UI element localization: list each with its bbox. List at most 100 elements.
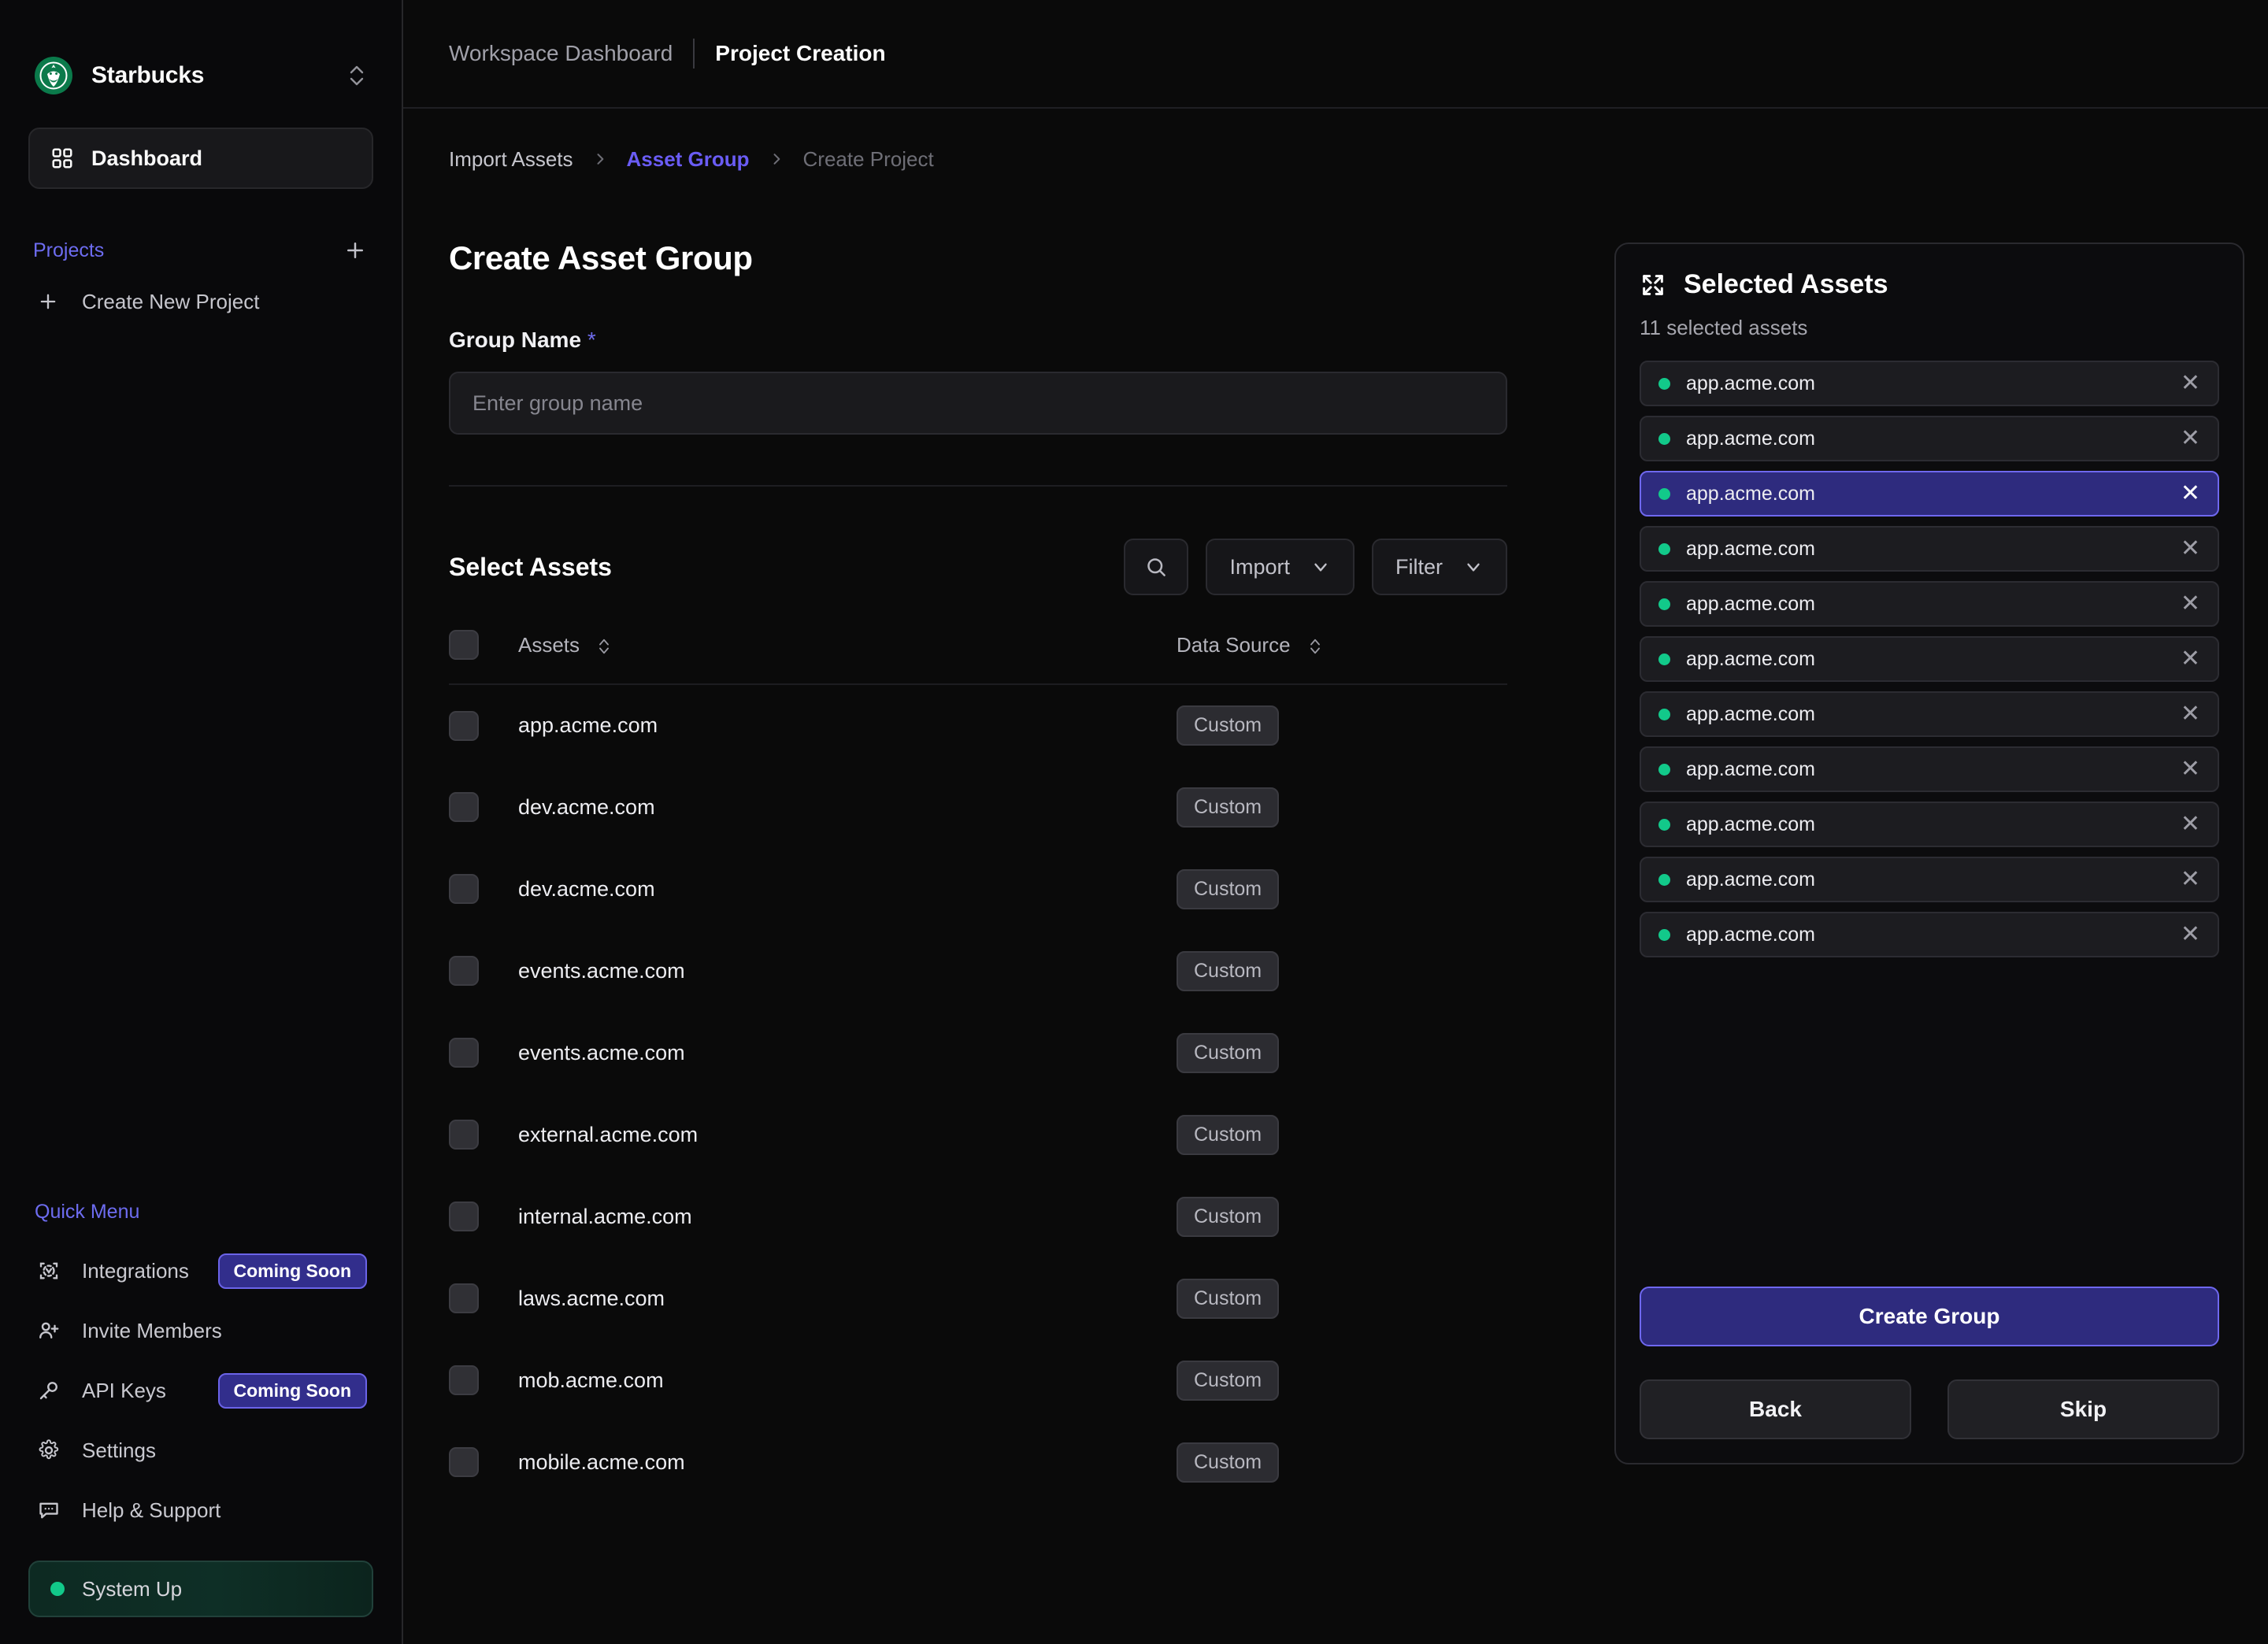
row-source-cell: Custom (1177, 1176, 1507, 1257)
selected-asset-chip[interactable]: app.acme.com ✕ (1640, 361, 2219, 406)
table-row[interactable]: internal.acme.com Custom (449, 1176, 1507, 1257)
selected-asset-name: app.acme.com (1686, 372, 1815, 394)
table-row[interactable]: dev.acme.com Custom (449, 848, 1507, 930)
org-switcher[interactable]: Starbucks (0, 0, 402, 110)
table-row[interactable]: dev.acme.com Custom (449, 766, 1507, 848)
back-button[interactable]: Back (1640, 1379, 1911, 1439)
right-column: Selected Assets 11 selected assets app.a… (1591, 109, 2268, 1644)
row-checkbox[interactable] (449, 1120, 479, 1150)
status-dot-icon (1658, 763, 1670, 776)
row-source-cell: Custom (1177, 684, 1507, 766)
search-icon (1144, 555, 1168, 579)
sidebar-item-integrations[interactable]: Integrations Coming Soon (0, 1241, 402, 1301)
chevron-up-down-icon[interactable] (346, 62, 367, 89)
selected-asset-chip[interactable]: app.acme.com ✕ (1640, 691, 2219, 737)
filter-dropdown-button[interactable]: Filter (1372, 539, 1507, 595)
close-icon[interactable]: ✕ (2181, 372, 2200, 395)
selected-asset-name: app.acme.com (1686, 537, 1815, 560)
import-label: Import (1229, 554, 1290, 579)
table-row[interactable]: app.acme.com Custom (449, 684, 1507, 766)
row-checkbox[interactable] (449, 1202, 479, 1231)
row-checkbox[interactable] (449, 956, 479, 986)
quick-menu-title: Quick Menu (35, 1201, 140, 1223)
group-name-input[interactable] (449, 372, 1507, 435)
sidebar-item-label: Invite Members (82, 1318, 222, 1342)
breadcrumb-item-asset-group[interactable]: Asset Group (627, 147, 750, 172)
table-row[interactable]: external.acme.com Custom (449, 1094, 1507, 1176)
selected-asset-chip[interactable]: app.acme.com ✕ (1640, 857, 2219, 902)
table-row[interactable]: events.acme.com Custom (449, 930, 1507, 1012)
selected-asset-chip[interactable]: app.acme.com ✕ (1640, 471, 2219, 517)
row-checkbox-cell (449, 766, 518, 848)
selected-assets-header: Selected Assets (1640, 269, 2219, 300)
sidebar-item-create-new-project[interactable]: Create New Project (0, 272, 402, 331)
sort-icon[interactable] (1307, 636, 1323, 657)
table-row[interactable]: mobile.acme.com Custom (449, 1421, 1507, 1503)
close-icon[interactable]: ✕ (2181, 427, 2200, 450)
data-source-badge: Custom (1177, 705, 1280, 746)
sidebar-item-invite-members[interactable]: Invite Members (0, 1301, 402, 1361)
close-icon[interactable]: ✕ (2181, 868, 2200, 891)
sort-icon[interactable] (596, 636, 612, 657)
status-dot-icon (1658, 653, 1670, 665)
close-icon[interactable]: ✕ (2181, 647, 2200, 671)
selected-asset-chip[interactable]: app.acme.com ✕ (1640, 526, 2219, 572)
close-icon[interactable]: ✕ (2181, 482, 2200, 505)
breadcrumb: Import Assets Asset Group Create Project (449, 109, 1591, 209)
grid-icon (50, 146, 74, 170)
selected-asset-chip[interactable]: app.acme.com ✕ (1640, 912, 2219, 957)
breadcrumb-item-import-assets[interactable]: Import Assets (449, 147, 573, 172)
expand-icon[interactable] (1640, 272, 1666, 298)
row-checkbox[interactable] (449, 710, 479, 741)
create-group-button[interactable]: Create Group (1640, 1287, 2219, 1346)
table-row[interactable]: mob.acme.com Custom (449, 1339, 1507, 1421)
selected-asset-chip[interactable]: app.acme.com ✕ (1640, 802, 2219, 847)
close-icon[interactable]: ✕ (2181, 757, 2200, 781)
import-dropdown-button[interactable]: Import (1206, 539, 1354, 595)
select-all-checkbox[interactable] (449, 630, 479, 660)
close-icon[interactable]: ✕ (2181, 702, 2200, 726)
close-icon[interactable]: ✕ (2181, 923, 2200, 946)
row-checkbox-cell (449, 930, 518, 1012)
topbar-workspace-label[interactable]: Workspace Dashboard (449, 41, 673, 66)
close-icon[interactable]: ✕ (2181, 813, 2200, 836)
asset-name: mob.acme.com (518, 1368, 664, 1392)
asset-name: internal.acme.com (518, 1204, 692, 1228)
selected-asset-chip[interactable]: app.acme.com ✕ (1640, 746, 2219, 792)
sidebar-item-help-support[interactable]: Help & Support (0, 1480, 402, 1540)
asset-name: mobile.acme.com (518, 1450, 685, 1474)
row-checkbox[interactable] (449, 874, 479, 904)
selected-asset-name: app.acme.com (1686, 427, 1815, 450)
row-checkbox[interactable] (449, 1447, 479, 1477)
row-checkbox[interactable] (449, 1283, 479, 1313)
row-checkbox[interactable] (449, 1038, 479, 1068)
selected-assets-count: 11 selected assets (1640, 316, 1808, 339)
selected-asset-chip[interactable]: app.acme.com ✕ (1640, 416, 2219, 461)
assets-table-head: Assets Data Source (449, 630, 1507, 684)
quick-menu-section: Quick Menu Integrations Coming Soon Invi… (0, 1201, 402, 1644)
skip-button[interactable]: Skip (1947, 1379, 2219, 1439)
row-checkbox[interactable] (449, 792, 479, 822)
sidebar-item-settings[interactable]: Settings (0, 1420, 402, 1480)
plus-icon[interactable] (342, 237, 369, 264)
row-checkbox-cell (449, 1176, 518, 1257)
column-header-data-source[interactable]: Data Source (1177, 630, 1507, 684)
close-icon[interactable]: ✕ (2181, 537, 2200, 561)
selected-asset-chip[interactable]: app.acme.com ✕ (1640, 581, 2219, 627)
breadcrumb-item-create-project[interactable]: Create Project (803, 147, 934, 172)
chat-bubble-icon (35, 1498, 63, 1522)
search-button[interactable] (1124, 539, 1189, 595)
gear-icon (35, 1438, 63, 1462)
selected-asset-chip[interactable]: app.acme.com ✕ (1640, 636, 2219, 682)
sidebar-item-api-keys[interactable]: API Keys Coming Soon (0, 1361, 402, 1420)
column-header-assets[interactable]: Assets (518, 630, 1177, 684)
user-plus-icon (35, 1319, 63, 1342)
table-row[interactable]: events.acme.com Custom (449, 1012, 1507, 1094)
close-icon[interactable]: ✕ (2181, 592, 2200, 616)
table-row[interactable]: laws.acme.com Custom (449, 1257, 1507, 1339)
status-badge: Coming Soon (217, 1372, 367, 1409)
status-badge: Coming Soon (217, 1253, 367, 1289)
sidebar-item-dashboard[interactable]: Dashboard (28, 128, 373, 189)
row-checkbox[interactable] (449, 1365, 479, 1395)
asset-name: external.acme.com (518, 1122, 699, 1146)
